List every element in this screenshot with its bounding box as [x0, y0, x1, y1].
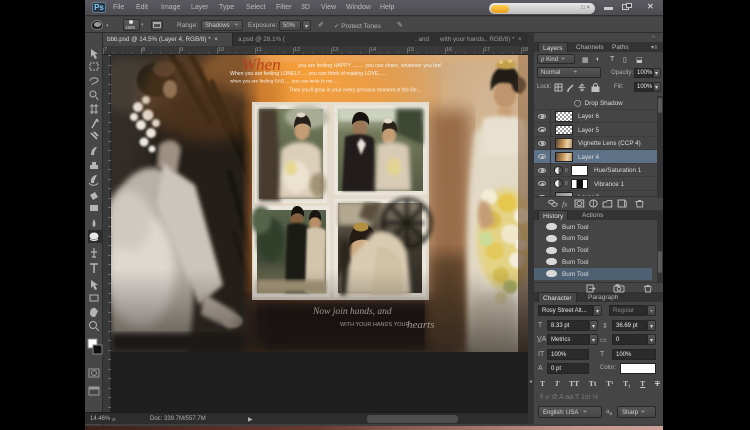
svg-text:fx: fx: [562, 201, 568, 208]
